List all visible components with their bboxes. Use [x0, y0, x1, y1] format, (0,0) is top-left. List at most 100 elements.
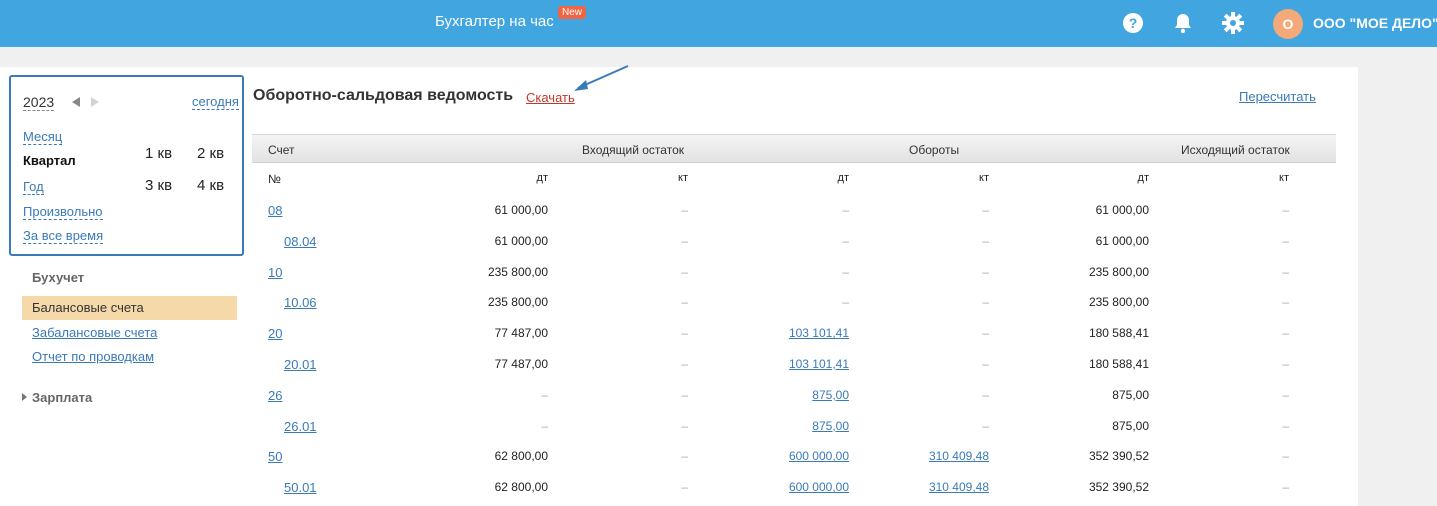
table-cell: –: [982, 295, 989, 310]
table-cell: –: [1282, 264, 1289, 279]
table-cell: 235 800,00: [1088, 264, 1149, 279]
header-closing-balance: Исходящий остаток: [1181, 143, 1290, 157]
quarter-1[interactable]: 1 кв: [145, 145, 172, 162]
quarter-2[interactable]: 2 кв: [197, 145, 224, 162]
header-opening-balance: Входящий остаток: [582, 143, 684, 157]
service-title[interactable]: Бухгалтер на час: [435, 13, 554, 30]
table-cell: 352 390,52: [1088, 449, 1149, 464]
sub-open-credit: кт: [678, 172, 688, 184]
table-cell: –: [982, 326, 989, 341]
table-cell: –: [1282, 326, 1289, 341]
table-cell: 875,00: [1112, 387, 1149, 402]
nav-item-entries-report[interactable]: Отчет по проводкам: [32, 349, 154, 364]
year-select[interactable]: 2023: [23, 94, 55, 111]
table-cell: –: [681, 233, 688, 248]
table-cell: 235 800,00: [1088, 295, 1149, 310]
table-cell: –: [982, 387, 989, 402]
table-cell: –: [1282, 233, 1289, 248]
table-cell: –: [681, 357, 688, 371]
period-selector: 2023 сегодня Месяц Квартал Год Произволь…: [9, 75, 244, 256]
table-cell: –: [681, 387, 688, 402]
org-name[interactable]: ООО "МОЕ ДЕЛО": [1313, 15, 1437, 31]
table-cell: –: [842, 264, 849, 279]
account-link[interactable]: 08.04: [284, 234, 317, 249]
table-cell: –: [1282, 357, 1289, 371]
table-cell: –: [1282, 449, 1289, 464]
table-cell[interactable]: 600 000,00: [719, 480, 849, 494]
table-cell[interactable]: 875,00: [719, 388, 849, 402]
table-cell: –: [1282, 480, 1289, 495]
nav-item-offbalance-accounts[interactable]: Забалансовые счета: [32, 325, 157, 340]
table-cell: –: [982, 203, 989, 217]
table-cell: –: [982, 264, 989, 279]
sub-open-debit: дт: [536, 172, 548, 184]
table-cell: 235 800,00: [487, 264, 548, 279]
expand-arrow-icon[interactable]: [22, 393, 27, 401]
table-cell: –: [1282, 418, 1289, 433]
account-link[interactable]: 50: [268, 449, 282, 464]
table-cell: 62 800,00: [494, 480, 548, 495]
nav-item-balance-accounts[interactable]: Балансовые счета: [22, 296, 237, 320]
table-cell: –: [1282, 295, 1289, 310]
avatar[interactable]: О: [1273, 9, 1303, 39]
table-cell: –: [842, 295, 849, 310]
period-year[interactable]: Год: [23, 180, 44, 195]
period-month[interactable]: Месяц: [23, 130, 63, 145]
account-link[interactable]: 08: [268, 203, 282, 218]
table-cell: –: [842, 203, 849, 217]
next-year-icon[interactable]: [91, 97, 99, 107]
sub-turn-credit: кт: [979, 172, 989, 184]
table-cell[interactable]: 103 101,41: [719, 326, 849, 340]
table-cell: –: [1282, 387, 1289, 402]
table-cell[interactable]: 875,00: [719, 419, 849, 433]
sub-close-debit: дт: [1137, 172, 1149, 184]
recalculate-link[interactable]: Пересчитать: [1239, 89, 1316, 104]
table-cell: 180 588,41: [1088, 357, 1149, 371]
table-cell[interactable]: 310 409,48: [859, 449, 989, 463]
table-cell: –: [681, 449, 688, 464]
period-custom[interactable]: Произвольно: [23, 205, 103, 220]
quarter-4[interactable]: 4 кв: [197, 177, 224, 194]
account-link[interactable]: 10: [268, 265, 282, 280]
table-cell: 180 588,41: [1088, 326, 1149, 341]
table-cell: –: [681, 264, 688, 279]
table-cell[interactable]: 310 409,48: [859, 480, 989, 494]
account-link[interactable]: 50.01: [284, 480, 317, 495]
table-cell: 77 487,00: [494, 357, 548, 371]
table-cell[interactable]: 103 101,41: [719, 357, 849, 371]
table-cell: –: [681, 326, 688, 341]
table-cell[interactable]: 600 000,00: [719, 449, 849, 463]
table-cell: –: [681, 480, 688, 495]
header-turnover: Обороты: [909, 143, 960, 157]
period-all-time[interactable]: За все время: [23, 229, 104, 244]
sub-number: №: [268, 172, 281, 186]
account-link[interactable]: 20.01: [284, 357, 317, 372]
new-badge: New: [558, 6, 587, 19]
account-link[interactable]: 26: [268, 388, 282, 403]
account-link[interactable]: 20: [268, 326, 282, 341]
period-quarter[interactable]: Квартал: [23, 154, 76, 168]
nav-heading-accounting[interactable]: Бухучет: [32, 270, 84, 285]
prev-year-icon[interactable]: [72, 97, 80, 107]
sub-close-credit: кт: [1279, 172, 1289, 184]
page-title: Оборотно-сальдовая ведомость: [253, 87, 514, 104]
table-cell: –: [842, 233, 849, 248]
table-cell: –: [982, 357, 989, 371]
top-bar: Бухгалтер на час New ? О ООО "МОЕ ДЕЛО": [0, 0, 1437, 47]
table-cell: 61 000,00: [494, 203, 548, 217]
table-cell: 352 390,52: [1088, 480, 1149, 495]
table-cell: 61 000,00: [1095, 233, 1149, 248]
table-cell: 235 800,00: [487, 295, 548, 310]
account-link[interactable]: 26.01: [284, 419, 317, 434]
table-header: Счет Входящий остаток Обороты Исходящий …: [252, 134, 1336, 163]
quarter-3[interactable]: 3 кв: [145, 177, 172, 194]
table-cell: –: [541, 418, 548, 433]
table-cell: –: [681, 295, 688, 310]
bell-icon[interactable]: [1171, 11, 1195, 35]
gear-icon[interactable]: [1221, 11, 1245, 35]
table-cell: 875,00: [1112, 418, 1149, 433]
help-icon[interactable]: ?: [1121, 11, 1145, 35]
account-link[interactable]: 10.06: [284, 295, 317, 310]
nav-heading-salary[interactable]: Зарплата: [32, 390, 92, 405]
today-link[interactable]: сегодня: [192, 95, 239, 110]
